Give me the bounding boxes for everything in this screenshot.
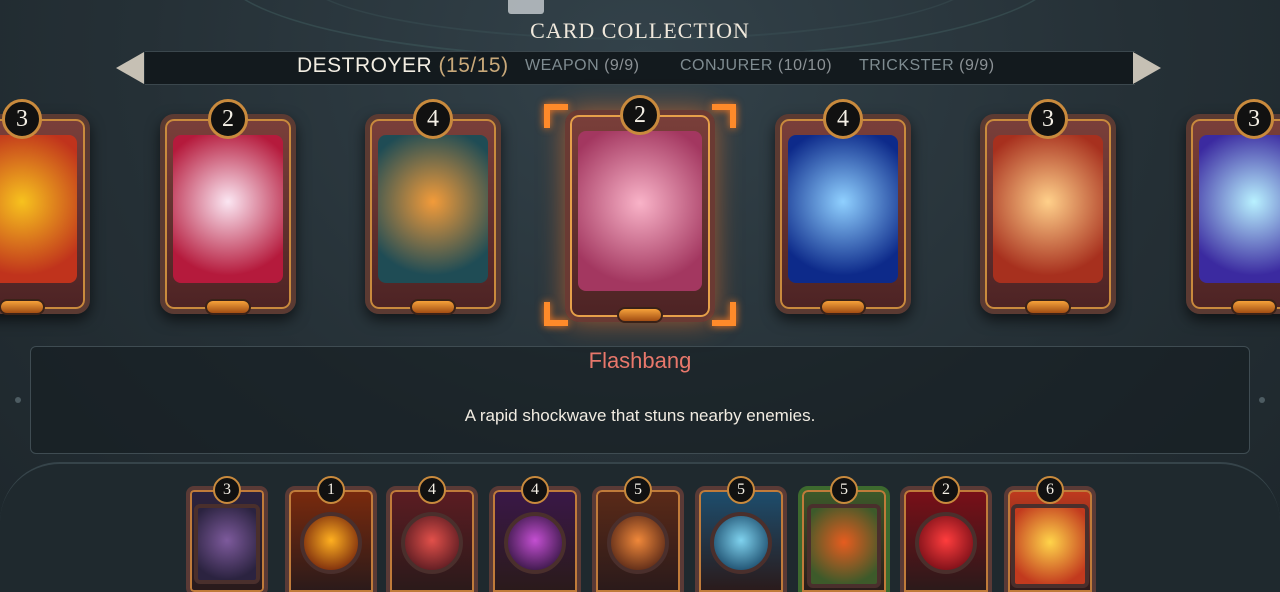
card-cost: 2 [620,95,660,135]
fireworks-art [1011,504,1089,588]
card-gem-icon [1231,299,1277,315]
tab-count: (15/15) [438,54,509,77]
card-3-selected[interactable]: 2 [565,95,715,323]
selection-corner-icon [544,302,568,326]
category-bar: DESTROYER (15/15) WEAPON (9/9) CONJURER … [145,51,1135,85]
card-6[interactable]: 3 [1186,99,1280,315]
deck-card-4[interactable]: 5 [592,476,684,592]
card-1[interactable]: 2 [160,99,296,315]
card-gem-icon [820,299,866,315]
prev-category-arrow-icon[interactable] [116,52,144,84]
red-potion-art [915,512,977,574]
deck-card-5[interactable]: 5 [695,476,787,592]
deck-card-cost: 5 [830,476,858,504]
deck-card-cost: 6 [1036,476,1064,504]
deck-card-cost: 4 [521,476,549,504]
deck-card-2[interactable]: 4 [386,476,478,592]
tab-destroyer[interactable]: DESTROYER (15/15) [297,54,509,78]
dizzy-bat-art [578,131,702,291]
card-gem-icon [205,299,251,315]
card-4[interactable]: 4 [775,99,911,315]
deck-card-7[interactable]: 2 [900,476,992,592]
tab-count: (9/9) [959,57,995,74]
fire-medal-art [401,512,463,574]
panel-ornament-icon [1259,397,1265,403]
skull-bomb-art [300,512,362,574]
card-cost: 3 [2,99,42,139]
deck-card-cost: 5 [624,476,652,504]
card-description: A rapid shockwave that stuns nearby enem… [464,406,816,425]
deck-card-8[interactable]: 6 [1004,476,1096,592]
deck-card-cost: 3 [213,476,241,504]
tab-trickster[interactable]: TRICKSTER (9/9) [859,57,995,75]
axe-warrior-art [194,504,260,584]
flash-burst-art [173,135,283,283]
card-carousel: 3 2 4 2 4 3 3 [0,95,1280,336]
next-category-arrow-icon[interactable] [1133,52,1161,84]
fire-fox-art [807,504,881,588]
tab-label: TRICKSTER [859,57,955,74]
deck-card-6[interactable]: 5 [798,476,890,592]
explosion-bat-art [0,135,77,283]
card-gem-icon [0,299,45,315]
selection-corner-icon [712,104,736,128]
tab-label: WEAPON [525,57,600,74]
tab-label: DESTROYER [297,54,433,77]
card-cost: 3 [1028,99,1068,139]
falling-bombs-art [378,135,488,283]
card-cost: 2 [208,99,248,139]
tab-weapon[interactable]: WEAPON (9/9) [525,57,639,75]
deck-card-cost: 2 [932,476,960,504]
card-gem-icon [1025,299,1071,315]
card-gem-icon [617,307,663,323]
sword-skull-art [993,135,1103,283]
selection-corner-icon [544,104,568,128]
wave-medal-art [710,512,772,574]
lightning-art [1199,135,1280,283]
deck-card-cost: 5 [727,476,755,504]
card-name: Flashbang [588,348,692,373]
deck-card-3[interactable]: 4 [489,476,581,592]
deck-card-0[interactable]: 3 [186,476,268,592]
claw-medal-art [607,512,669,574]
panel-ornament-icon [15,397,21,403]
card-cost: 4 [823,99,863,139]
tab-count: (9/9) [604,57,640,74]
purple-gear-art [504,512,566,574]
tab-label: CONJURER [680,57,773,74]
card-cost: 3 [1234,99,1274,139]
card-2[interactable]: 4 [365,99,501,315]
deck-card-cost: 4 [418,476,446,504]
tab-count: (10/10) [777,57,833,74]
deck-card-cost: 1 [317,476,345,504]
tab-conjurer[interactable]: CONJURER (10/10) [680,57,832,75]
card-gem-icon [410,299,456,315]
blue-comet-art [788,135,898,283]
top-menu-tab[interactable] [508,0,544,14]
card-0[interactable]: 3 [0,99,90,315]
selection-corner-icon [712,302,736,326]
card-cost: 4 [413,99,453,139]
page-title: CARD COLLECTION [530,18,750,43]
card-5[interactable]: 3 [980,99,1116,315]
deck-card-1[interactable]: 1 [285,476,377,592]
